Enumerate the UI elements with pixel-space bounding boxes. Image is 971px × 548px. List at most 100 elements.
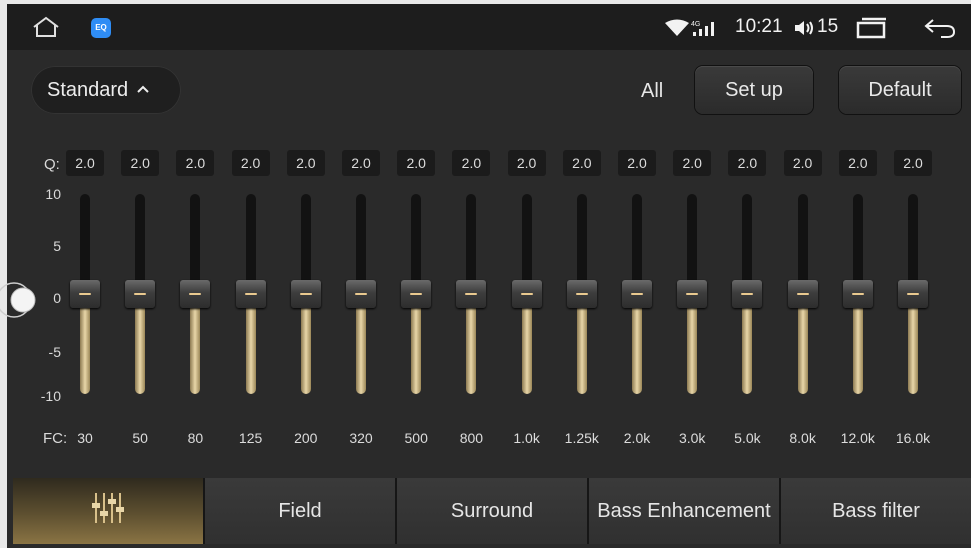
clock: 10:21 — [735, 16, 783, 37]
volume-icon[interactable] — [793, 18, 815, 43]
q-value[interactable]: 2.0 — [838, 150, 877, 176]
slider-thumb[interactable] — [511, 280, 542, 308]
band-slider[interactable] — [456, 194, 487, 398]
band-slider[interactable] — [677, 194, 708, 398]
slider-track-lower — [245, 294, 256, 394]
equalizer-screen: EQ 4G 10:21 15 Standard All Set up Defau… — [7, 4, 971, 548]
slider-thumb[interactable] — [732, 280, 763, 308]
q-value[interactable]: 2.0 — [342, 150, 380, 176]
fc-value: 1.0k — [513, 430, 540, 446]
q-value[interactable]: 2.0 — [618, 150, 656, 176]
tab-equalizer[interactable] — [13, 478, 205, 544]
band-slider[interactable] — [290, 194, 321, 398]
slider-track-lower — [797, 294, 808, 394]
tab-surround[interactable]: Surround — [397, 478, 589, 544]
slider-thumb[interactable] — [290, 280, 321, 308]
fc-value: 320 — [349, 430, 373, 446]
slider-track-upper — [190, 194, 201, 294]
tab-field[interactable]: Field — [205, 478, 397, 544]
band-slider[interactable] — [898, 194, 928, 398]
band-slider[interactable] — [346, 194, 376, 398]
slider-track-upper — [356, 194, 366, 294]
slider-track-upper — [135, 194, 146, 294]
slider-thumb[interactable] — [677, 280, 708, 308]
all-label[interactable]: All — [641, 80, 663, 103]
band-slider[interactable] — [180, 194, 211, 398]
slider-thumb[interactable] — [180, 280, 211, 308]
chevron-up-icon — [136, 81, 150, 99]
q-value[interactable]: 2.0 — [562, 150, 601, 176]
slider-track-lower — [908, 294, 918, 394]
band-slider[interactable] — [732, 194, 763, 398]
slider-track-lower — [576, 294, 587, 394]
band-slider[interactable] — [787, 194, 818, 398]
tab-bass-enhancement[interactable]: Bass Enhancement — [589, 478, 781, 544]
tab-bar: Field Surround Bass Enhancement Bass fil… — [13, 478, 971, 544]
slider-thumb[interactable] — [401, 280, 432, 308]
slider-thumb[interactable] — [456, 280, 487, 308]
slider-track-upper — [576, 194, 587, 294]
fc-value: 200 — [294, 430, 318, 446]
slider-thumb[interactable] — [346, 280, 376, 308]
slider-thumb[interactable] — [622, 280, 652, 308]
q-value[interactable]: 2.0 — [176, 150, 215, 176]
q-value[interactable]: 2.0 — [507, 150, 546, 176]
signal-icon: 4G — [659, 18, 729, 43]
recent-apps-icon[interactable] — [855, 17, 889, 44]
slider-track-lower — [135, 294, 146, 394]
band-slider[interactable] — [235, 194, 266, 398]
back-icon[interactable] — [923, 17, 957, 44]
tab-bass-filter[interactable]: Bass filter — [781, 478, 971, 544]
band-slider[interactable] — [842, 194, 873, 398]
q-value[interactable]: 2.0 — [452, 150, 491, 176]
slider-thumb[interactable] — [125, 280, 156, 308]
q-value[interactable]: 2.0 — [673, 150, 712, 176]
q-value[interactable]: 2.0 — [894, 150, 932, 176]
slider-thumb[interactable] — [70, 280, 100, 308]
q-value[interactable]: 2.0 — [286, 150, 325, 176]
home-icon[interactable] — [31, 16, 61, 43]
slider-track-upper — [466, 194, 477, 294]
q-value[interactable]: 2.0 — [728, 150, 767, 176]
fc-value: 80 — [187, 430, 204, 446]
slider-track-upper — [411, 194, 422, 294]
q-value[interactable]: 2.0 — [121, 150, 160, 176]
slider-track-lower — [411, 294, 422, 394]
slider-track-upper — [797, 194, 808, 294]
slider-thumb[interactable] — [842, 280, 873, 308]
band-slider[interactable] — [125, 194, 156, 398]
fc-value: 12.0k — [840, 430, 875, 446]
setup-button[interactable]: Set up — [695, 66, 813, 114]
fc-value: 2.0k — [623, 430, 651, 446]
slider-track-lower — [356, 294, 366, 394]
slider-thumb[interactable] — [787, 280, 818, 308]
floating-assist-button[interactable] — [0, 280, 36, 320]
band-slider[interactable] — [401, 194, 432, 398]
default-button[interactable]: Default — [839, 66, 961, 114]
slider-track-upper — [521, 194, 532, 294]
fc-value: 30 — [77, 430, 93, 446]
app-icon[interactable]: EQ — [91, 18, 111, 38]
fc-value: 500 — [404, 430, 428, 446]
q-value[interactable]: 2.0 — [66, 150, 104, 176]
slider-thumb[interactable] — [566, 280, 597, 308]
slider-track-lower — [521, 294, 532, 394]
q-value[interactable]: 2.0 — [231, 150, 270, 176]
slider-thumb[interactable] — [898, 280, 928, 308]
fc-value: 3.0k — [678, 430, 706, 446]
band-slider[interactable] — [70, 194, 100, 398]
band-slider[interactable] — [622, 194, 652, 398]
band-slider[interactable] — [566, 194, 597, 398]
fc-value: 50 — [132, 430, 148, 446]
slider-track-lower — [687, 294, 698, 394]
slider-thumb[interactable] — [235, 280, 266, 308]
fc-value: 8.0k — [789, 430, 816, 446]
slider-track-lower — [632, 294, 642, 394]
slider-track-upper — [908, 194, 918, 294]
preset-dropdown[interactable]: Standard — [31, 66, 181, 114]
band-slider[interactable] — [511, 194, 542, 398]
slider-track-upper — [852, 194, 863, 294]
scale-label: -10 — [40, 388, 61, 404]
q-value[interactable]: 2.0 — [783, 150, 822, 176]
q-value[interactable]: 2.0 — [397, 150, 436, 176]
